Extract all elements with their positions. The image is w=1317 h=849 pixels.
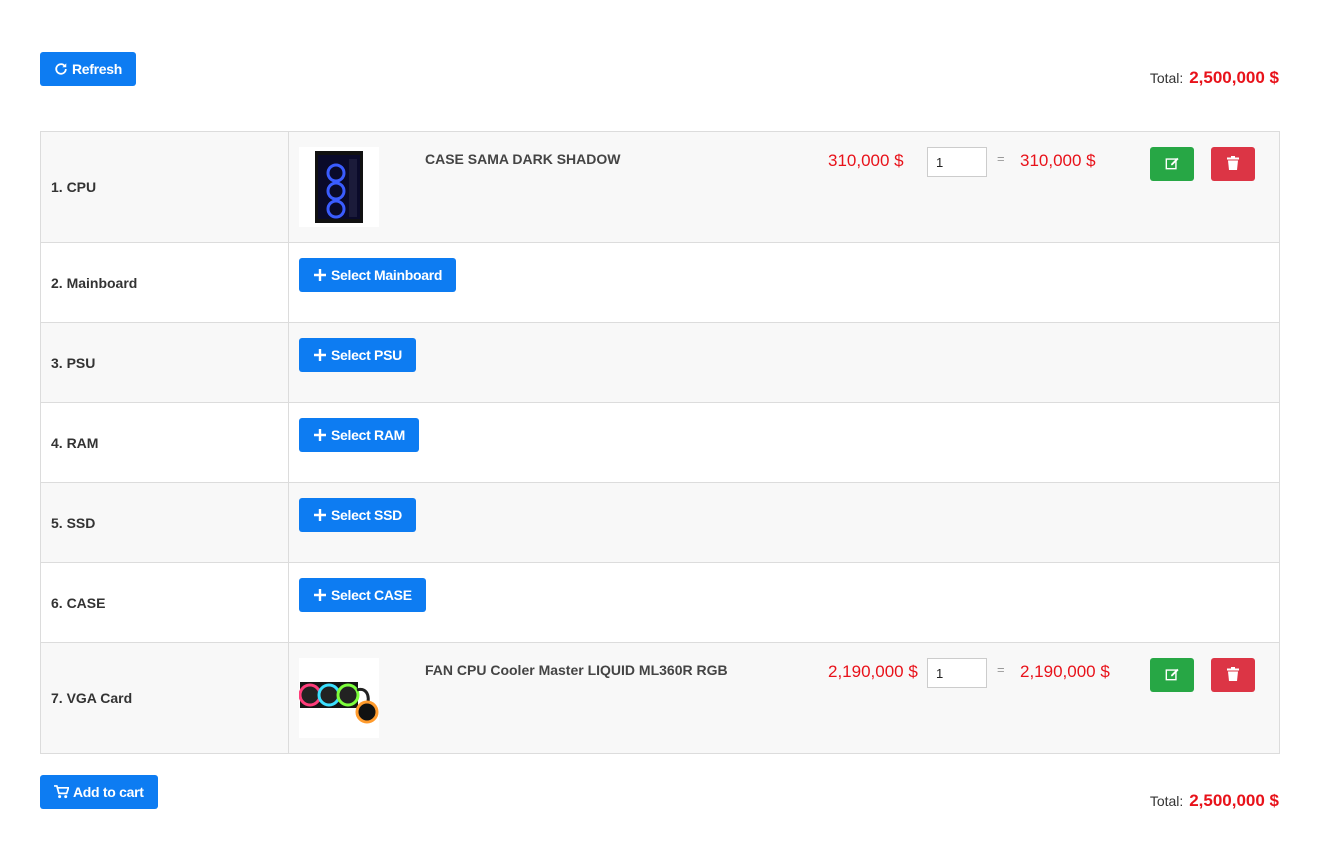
header-total: Total: 2,500,000 $ [1150,68,1279,88]
slot-label: 5. SSD [51,515,96,531]
select-ssd-button[interactable]: Select SSD [299,498,416,532]
table-row: 7. VGA Card FAN CPU Cooler Master LIQUID… [40,642,1280,754]
select-mainboard-button[interactable]: Select Mainboard [299,258,457,292]
slot-label-cell: 7. VGA Card [40,642,289,754]
refresh-icon [54,62,68,76]
slot-label: 2. Mainboard [51,275,138,291]
table-row: 4. RAM Select RAM [40,402,1280,483]
slot-content-cell: Select SSD [288,482,1280,563]
slot-label: 1. CPU [51,179,97,195]
trash-icon [1227,155,1239,173]
delete-button[interactable] [1211,147,1255,181]
edit-button[interactable] [1150,658,1194,692]
table-row: 2. Mainboard Select Mainboard [40,242,1280,323]
slot-content-cell: Select RAM [288,402,1280,483]
table-row: 5. SSD Select SSD [40,482,1280,563]
slot-content-cell: Select CASE [288,562,1280,643]
slot-content-cell: Select Mainboard [288,242,1280,323]
table-row: 1. CPU CASE SAMA DARK SHADOW 310,000 $ 1… [40,131,1280,243]
footer-total: Total: 2,500,000 $ [1150,791,1279,811]
slot-label: 3. PSU [51,355,96,371]
product-image-case [299,147,379,227]
edit-icon [1165,156,1179,173]
add-to-cart-button[interactable]: Add to cart [40,775,158,809]
select-ram-button[interactable]: Select RAM [299,418,420,452]
quantity-input[interactable] [927,658,987,688]
select-case-button[interactable]: Select CASE [299,578,426,612]
trash-icon [1227,666,1239,684]
header-total-value: 2,500,000 $ [1189,68,1279,87]
slot-label: 7. VGA Card [51,690,133,706]
refresh-label: Refresh [72,61,123,77]
product-image-cooler [298,658,379,738]
line-total: 2,190,000 $ [1020,662,1110,681]
refresh-button[interactable]: Refresh [40,52,137,86]
table-row: 6. CASE Select CASE [40,562,1280,643]
slot-label-cell: 5. SSD [40,482,289,563]
line-total: 310,000 $ [1020,151,1096,170]
plus-icon [313,588,327,602]
quantity-input[interactable] [927,147,987,177]
product-name: FAN CPU Cooler Master LIQUID ML360R RGB [425,662,728,678]
select-psu-button[interactable]: Select PSU [299,338,416,372]
slot-label: 4. RAM [51,435,99,451]
equals-sign: = [997,662,1005,677]
slot-label-cell: 1. CPU [40,131,289,243]
select-label: Select SSD [331,507,402,523]
build-table: 1. CPU CASE SAMA DARK SHADOW 310,000 $ 1… [40,131,1280,754]
select-label: Select Mainboard [331,267,443,283]
select-label: Select PSU [331,347,402,363]
slot-label-cell: 6. CASE [40,562,289,643]
plus-icon [313,428,327,442]
plus-icon [313,348,327,362]
select-label: Select CASE [331,587,412,603]
header-total-label: Total: [1149,70,1184,86]
add-to-cart-label: Add to cart [73,784,144,800]
plus-icon [313,508,327,522]
slot-content-cell: CASE SAMA DARK SHADOW 310,000 $ = 310,00… [288,131,1280,243]
pc-builder-page: Refresh Total: 2,500,000 $ 1. CPU CASE S… [0,0,1317,849]
table-row: 3. PSU Select PSU [40,322,1280,403]
edit-button[interactable] [1150,147,1194,181]
slot-label-cell: 3. PSU [40,322,289,403]
edit-icon [1165,667,1179,684]
product-name: CASE SAMA DARK SHADOW [425,151,621,167]
unit-price: 310,000 $ [828,151,904,170]
equals-sign: = [997,151,1005,166]
slot-label-cell: 4. RAM [40,402,289,483]
slot-content-cell: FAN CPU Cooler Master LIQUID ML360R RGB … [288,642,1280,754]
unit-price: 2,190,000 $ [828,662,918,681]
footer-total-value: 2,500,000 $ [1189,791,1279,810]
slot-label: 6. CASE [51,595,106,611]
slot-content-cell: Select PSU [288,322,1280,403]
cart-icon [54,785,69,799]
plus-icon [313,268,327,282]
footer-total-label: Total: [1149,793,1184,809]
slot-label-cell: 2. Mainboard [40,242,289,323]
select-label: Select RAM [331,427,406,443]
delete-button[interactable] [1211,658,1255,692]
